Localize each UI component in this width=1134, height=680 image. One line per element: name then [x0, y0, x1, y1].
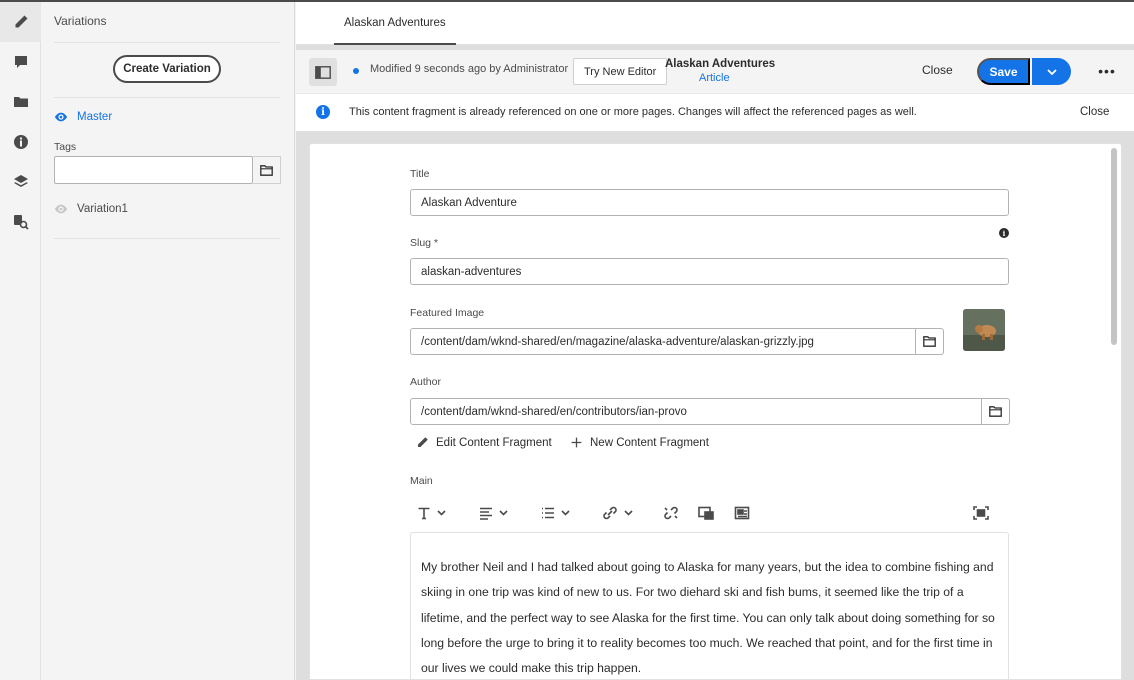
unlink-icon: [664, 506, 678, 520]
side-panel-icon: [315, 65, 331, 79]
fullscreen-button[interactable]: [973, 499, 989, 527]
chevron-down-icon: [437, 510, 446, 516]
main-rich-text-editor[interactable]: My brother Neil and I had talked about g…: [410, 532, 1009, 679]
folder-icon: [13, 97, 28, 107]
info-close-button[interactable]: Close: [1080, 106, 1109, 118]
main-label: Main: [410, 475, 433, 487]
layers-icon: [13, 175, 28, 187]
tags-input[interactable]: [54, 156, 253, 184]
divider: [54, 42, 280, 43]
main-area: Alaskan Adventures Modified 9 seconds ag…: [296, 2, 1134, 680]
divider: [54, 238, 280, 239]
align-icon: [480, 507, 492, 520]
edit-content-fragment-label: Edit Content Fragment: [436, 436, 552, 449]
chevron-down-icon: [561, 510, 570, 516]
new-content-fragment-button[interactable]: New Content Fragment: [570, 436, 709, 449]
tab-alaskan-adventures[interactable]: Alaskan Adventures: [334, 2, 456, 45]
tab-bar: Alaskan Adventures: [296, 2, 1134, 45]
eye-icon: [54, 204, 68, 214]
text-format-dropdown[interactable]: [417, 499, 446, 527]
list-icon: [542, 507, 554, 519]
alignment-dropdown[interactable]: [479, 499, 508, 527]
insert-fragment-icon: [734, 506, 750, 520]
chevron-down-icon: [1046, 68, 1057, 75]
plus-icon: [571, 437, 582, 448]
info-icon[interactable]: i: [999, 228, 1009, 238]
fragment-title: Alaskan Adventures: [665, 58, 776, 70]
folder-icon: [923, 336, 936, 347]
main-text-content: My brother Neil and I had talked about g…: [421, 560, 995, 676]
featured-image-thumbnail[interactable]: [963, 309, 1005, 351]
eye-icon: [54, 112, 68, 122]
variations-title: Variations: [54, 14, 107, 28]
link-dropdown[interactable]: [602, 499, 633, 527]
variations-panel: Variations Create Variation Master Tags …: [41, 2, 295, 680]
rich-text-toolbar: [410, 499, 1010, 527]
fullscreen-icon: [973, 506, 989, 520]
more-actions-button[interactable]: •••: [1096, 60, 1118, 82]
text-format-icon: [418, 507, 430, 520]
folder-icon: [989, 406, 1002, 417]
tags-browse-button[interactable]: [253, 156, 281, 184]
try-new-editor-button[interactable]: Try New Editor: [573, 58, 668, 85]
save-options-button[interactable]: [1032, 58, 1071, 85]
variation-label: Variation1: [77, 203, 128, 215]
image-thumbnail-graphic: [963, 309, 1005, 351]
variation-item[interactable]: Variation1: [54, 202, 128, 216]
edit-content-fragment-button[interactable]: Edit Content Fragment: [416, 436, 552, 449]
new-content-fragment-label: New Content Fragment: [590, 436, 709, 449]
chevron-down-icon: [624, 510, 633, 516]
associated-content-rail-button[interactable]: [0, 82, 41, 122]
variation-master[interactable]: Master: [54, 110, 112, 124]
master-label: Master: [77, 111, 113, 123]
link-icon: [603, 506, 617, 520]
divider: [54, 97, 280, 98]
insert-content-fragment-button[interactable]: [734, 499, 750, 527]
title-field[interactable]: Alaskan Adventure: [410, 189, 1009, 216]
insert-asset-button[interactable]: [698, 499, 714, 527]
scrollbar[interactable]: [1111, 148, 1117, 345]
action-bar: Modified 9 seconds ago by Administrator …: [296, 50, 1134, 94]
featured-image-field[interactable]: /content/dam/wknd-shared/en/magazine/ala…: [410, 328, 916, 355]
author-field[interactable]: /content/dam/wknd-shared/en/contributors…: [410, 398, 982, 425]
modified-indicator: [353, 68, 359, 74]
toggle-side-panel-button[interactable]: [309, 58, 337, 86]
references-rail-button[interactable]: [0, 202, 41, 242]
fragment-model-link[interactable]: Article: [699, 72, 730, 84]
list-dropdown[interactable]: [541, 499, 570, 527]
comment-icon: [14, 56, 27, 68]
metadata-rail-button[interactable]: [0, 122, 41, 162]
info-icon: [13, 135, 28, 149]
search-references-icon: [13, 215, 29, 230]
info-banner: i This content fragment is already refer…: [296, 94, 1134, 131]
featured-image-label: Featured Image: [410, 307, 485, 319]
insert-image-icon: [698, 506, 714, 520]
folder-icon: [260, 164, 273, 176]
create-variation-button[interactable]: Create Variation: [113, 55, 221, 83]
modified-status: Modified 9 seconds ago by Administrator: [370, 63, 569, 75]
slug-field[interactable]: alaskan-adventures: [410, 258, 1009, 285]
info-message: This content fragment is already referen…: [349, 106, 917, 118]
featured-image-browse-button[interactable]: [916, 328, 944, 355]
fragment-editor: Title Alaskan Adventure Slug * i alaskan…: [309, 143, 1122, 680]
annotations-rail-button[interactable]: [0, 42, 41, 82]
author-browse-button[interactable]: [982, 398, 1010, 425]
save-button[interactable]: Save: [977, 58, 1030, 85]
edit-rail-button[interactable]: [0, 2, 41, 42]
title-label: Title: [410, 168, 430, 180]
tags-label: Tags: [54, 141, 77, 153]
info-icon: i: [316, 105, 330, 119]
unlink-button[interactable]: [663, 499, 679, 527]
structure-rail-button[interactable]: [0, 162, 41, 202]
slug-label: Slug *: [410, 237, 439, 249]
author-label: Author: [410, 376, 441, 388]
pencil-icon: [15, 15, 27, 28]
chevron-down-icon: [499, 510, 508, 516]
close-button[interactable]: Close: [922, 63, 953, 77]
pencil-icon: [418, 437, 428, 447]
left-rail: [0, 2, 41, 680]
